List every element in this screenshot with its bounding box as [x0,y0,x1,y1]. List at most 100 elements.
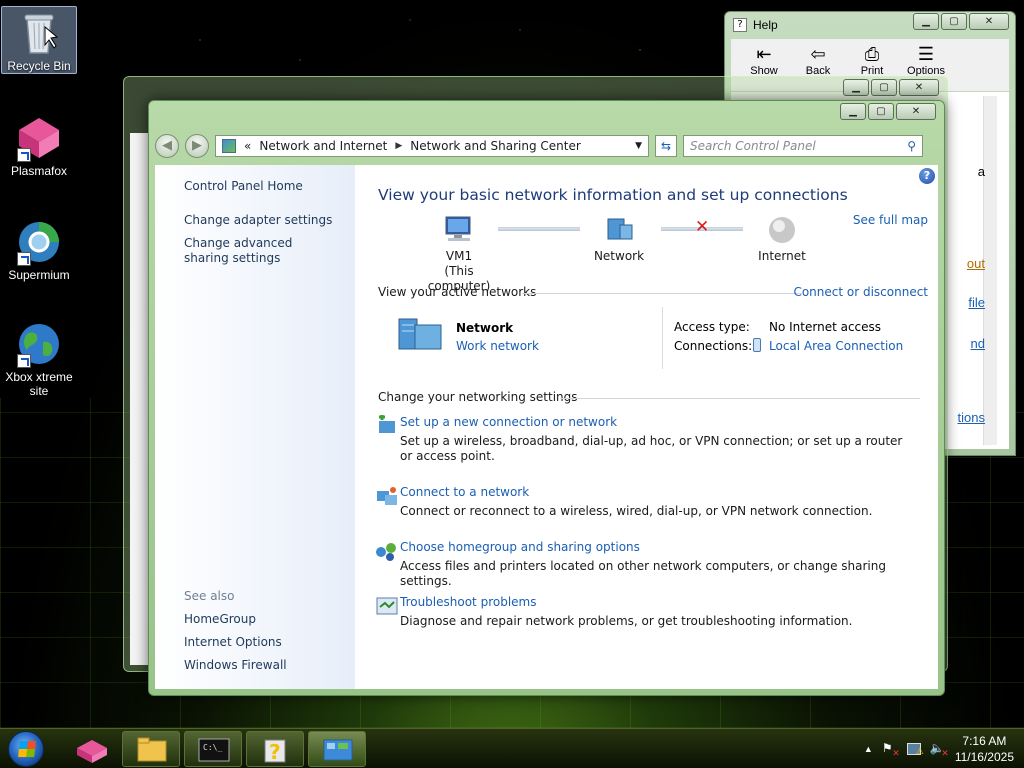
internet-node-label: Internet [758,249,806,263]
new-connection-icon [375,414,399,437]
sidebar-change-advanced-sharing[interactable]: Change advanced sharing settings [184,236,334,266]
help-text-fragment: a [977,164,985,179]
taskbar-plasmafox[interactable] [62,731,120,767]
globe-icon [15,320,63,368]
connect-network-icon [375,485,399,507]
see-also-label: See also [184,589,235,603]
sidebar: Control Panel Home Change adapter settin… [155,165,355,689]
desktop-icon-recycle-bin[interactable]: Recycle Bin [1,6,77,74]
breadcrumb-separator-icon[interactable]: ▶ [395,141,402,151]
plasmafox-icon [77,740,107,763]
show-icon: ⇤ [756,44,772,64]
minimize-button[interactable]: ▁ [913,13,939,30]
address-overflow-chevron[interactable]: « [244,139,251,153]
desktop-icon-label: Supermium [8,268,70,282]
folder-icon [137,737,167,762]
address-bar[interactable]: « Network and Internet ▶ Network and Sha… [215,135,649,157]
see-full-map-link[interactable]: See full map [853,213,928,227]
map-internet-node[interactable]: Internet [742,215,822,264]
task-setup-connection: Set up a new connection or network Set u… [400,415,910,464]
help-scrollbar[interactable] [983,96,997,445]
search-input[interactable]: Search Control Panel ⚲ [683,135,923,157]
local-area-connection-link[interactable]: Local Area Connection [769,339,903,353]
desktop-icon-supermium[interactable]: Supermium [1,214,77,282]
desktop-icon-label: Plasmafox [10,164,68,178]
shortcut-arrow-icon [17,148,31,162]
ethernet-icon [753,338,761,352]
clock-time: 7:16 AM [962,734,1007,748]
back-button[interactable]: ◀ [155,134,179,158]
minimize-button[interactable]: ▁ [843,79,869,96]
help-link-fragment[interactable]: nd [971,336,985,351]
map-computer-node: VM1 (This computer) [414,215,504,294]
work-network-icon [397,315,445,355]
connect-or-disconnect-link[interactable]: Connect or disconnect [793,285,928,299]
maximize-button[interactable]: ▢ [871,79,897,96]
network-type-link[interactable]: Work network [456,339,539,353]
desktop-icon-label: Xbox xtreme site [5,370,73,398]
clock[interactable]: 7:16 AM 11/16/2025 [955,733,1014,765]
task-setup-connection-link[interactable]: Set up a new connection or network [400,415,910,429]
minimize-button[interactable]: ▁ [840,103,866,120]
task-connect-network-link[interactable]: Connect to a network [400,485,910,499]
taskbar: C:\_ ? ▲ ⚑ ✕ ⚠ 🔈 ✕ 7:16 AM 11/16/2025 [0,728,1024,768]
see-also-homegroup[interactable]: HomeGroup [184,612,256,626]
network-icon [602,215,636,245]
divider [522,293,802,294]
desktop-icon-xbox-site[interactable]: Xbox xtreme site [1,316,77,398]
task-homegroup-link[interactable]: Choose homegroup and sharing options [400,540,910,554]
homegroup-icon [375,540,399,562]
taskbar-command-prompt[interactable]: C:\_ [184,731,242,767]
taskbar-control-panel[interactable] [308,731,366,767]
svg-text:?: ? [269,740,281,764]
volume-muted-icon[interactable]: 🔈 ✕ [930,741,949,758]
breadcrumb-network-and-internet[interactable]: Network and Internet [259,139,387,153]
search-icon[interactable]: ⚲ [907,139,916,153]
help-window-controls: ▁ ▢ ✕ [913,13,1009,30]
start-button[interactable] [8,731,44,767]
shortcut-arrow-icon [17,354,31,368]
sidebar-control-panel-home[interactable]: Control Panel Home [184,179,355,194]
help-link-fragment[interactable]: out [967,256,985,271]
access-type-label: Access type: [674,320,750,334]
system-tray: ▲ ⚑ ✕ ⚠ 🔈 ✕ 7:16 AM 11/16/2025 [864,732,1014,766]
taskbar-file-explorer[interactable] [122,731,180,767]
background-window-controls: ▁ ▢ ✕ [843,79,939,96]
control-panel-icon [323,739,353,761]
map-network-node[interactable]: Network [579,215,659,264]
terminal-icon: C:\_ [198,738,230,762]
vertical-divider [662,307,663,369]
close-button[interactable]: ✕ [896,103,936,120]
computer-icon [442,215,476,245]
no-connection-x-icon: ✕ [695,217,710,237]
sidebar-change-adapter-settings[interactable]: Change adapter settings [184,213,355,228]
see-also-internet-options[interactable]: Internet Options [184,635,282,649]
address-dropdown-icon[interactable]: ▼ [635,141,642,151]
breadcrumb-network-sharing-center[interactable]: Network and Sharing Center [410,139,581,153]
close-button[interactable]: ✕ [969,13,1009,30]
action-center-flag-icon[interactable]: ⚑ ✕ [882,741,900,758]
show-hidden-icons-icon[interactable]: ▲ [864,744,873,754]
plasmafox-icon [15,114,63,162]
task-troubleshoot-link[interactable]: Troubleshoot problems [400,595,910,609]
svg-text:C:\_: C:\_ [203,743,222,752]
active-networks-title: View your active networks [378,285,537,299]
help-link-fragment[interactable]: file [968,295,985,310]
network-sharing-center-window[interactable]: ▁ ▢ ✕ ◀ ▶ « Network and Internet ▶ Netwo… [148,100,945,696]
refresh-button[interactable]: ⇆ [655,135,677,157]
desktop-icon-plasmafox[interactable]: Plasmafox [1,110,77,178]
network-status-icon[interactable]: ⚠ [906,743,924,756]
networking-settings-title: Change your networking settings [378,390,578,404]
taskbar-help[interactable]: ? [246,731,304,767]
close-button[interactable]: ✕ [899,79,939,96]
help-icon[interactable]: ? [919,168,935,184]
supermium-icon [15,218,63,266]
forward-button[interactable]: ▶ [185,134,209,158]
see-also-windows-firewall[interactable]: Windows Firewall [184,658,287,672]
options-icon: ☰ [917,44,935,64]
help-link-fragment[interactable]: tions [958,410,985,425]
recycle-bin-icon [15,9,63,57]
help-window-icon: ? [733,18,747,32]
maximize-button[interactable]: ▢ [868,103,894,120]
maximize-button[interactable]: ▢ [941,13,967,30]
